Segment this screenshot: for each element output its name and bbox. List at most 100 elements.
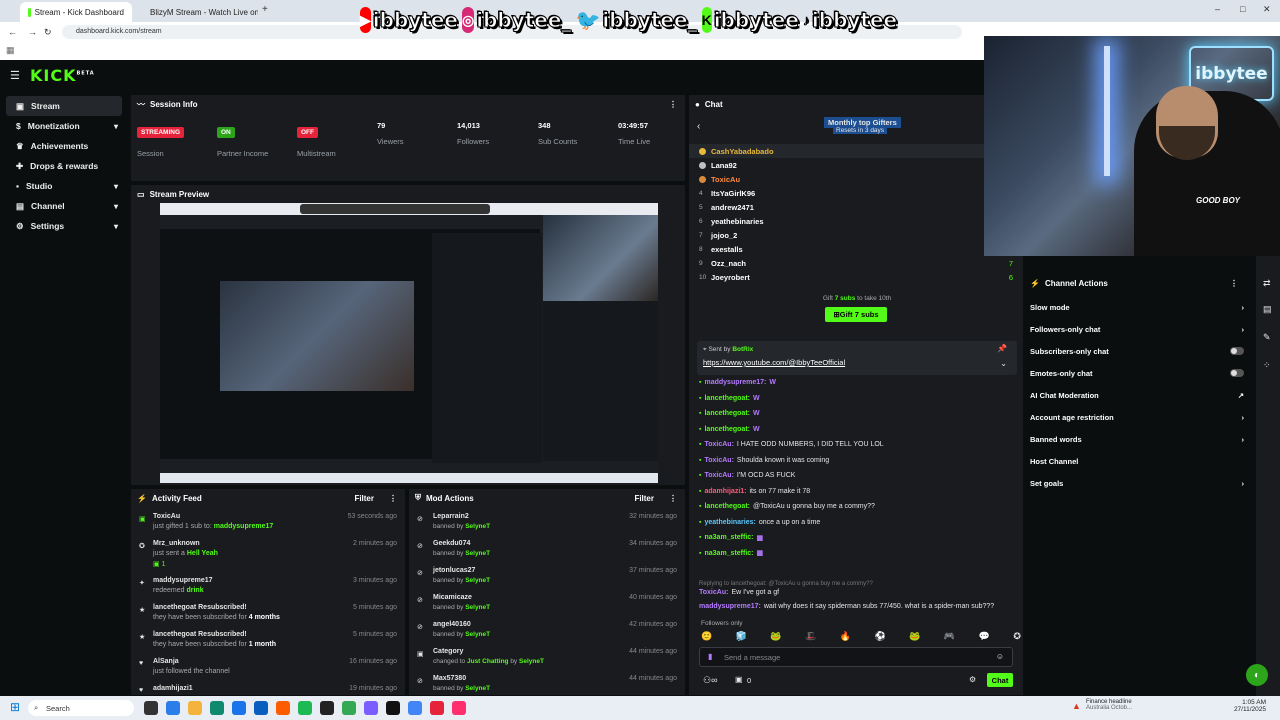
explorer-icon[interactable] [188,701,202,715]
external-link-icon: ↗ [1237,390,1244,400]
app-icon[interactable] [232,701,246,715]
pin-icon[interactable]: 📌 [997,344,1007,353]
gifter-row[interactable]: Lana92 [689,158,1023,172]
gifter-row[interactable]: 7 jojoo_2 [689,228,1023,242]
panel-icon[interactable]: ▤ [1263,304,1272,315]
badge-icon: ▪ [699,456,702,464]
chat-username: lancethegoat: [704,503,750,511]
channel-action-item[interactable]: Set goals › [1024,472,1256,494]
browser-tab[interactable]: BlizyM Stream - Watch Live on... [138,2,258,22]
chain-icon[interactable]: ⇄ [1263,278,1271,289]
toggle-switch[interactable] [1230,347,1244,355]
windows-start-icon[interactable]: ⊞ [10,700,20,714]
maximize-icon[interactable]: □ [1240,4,1245,14]
gifter-name: Joeyrobert [711,272,750,282]
mod-time: 42 minutes ago [629,621,677,628]
chat-input[interactable]: ▮ Send a message ☺ [699,647,1013,667]
support-chat-icon[interactable]: ◐ [1246,664,1268,686]
chrome-icon[interactable] [342,701,356,715]
mic-icon[interactable]: ▮ [708,652,712,661]
sidebar-item-drops[interactable]: ✚ Drops & rewards [6,156,122,176]
gift-subs-button[interactable]: ⊞ Gift 7 subs [825,307,887,322]
discord-icon[interactable] [364,701,378,715]
kicks-balance-icon[interactable]: ⚇∞ [703,675,717,686]
filter-button[interactable]: Filter [354,494,374,503]
filter-button[interactable]: Filter [634,494,654,503]
brave-icon[interactable] [276,701,290,715]
menu-icon[interactable]: ☰ [10,69,20,82]
more-icon[interactable]: ⋮ [669,494,677,503]
forward-icon[interactable]: → [28,27,37,37]
toggle-switch[interactable] [1230,369,1244,377]
gifter-row[interactable]: ToxicAu [689,172,1023,186]
edge-icon[interactable] [210,701,224,715]
kick-logo[interactable]: KICKBETA [30,66,95,85]
channel-action-item[interactable]: Banned words › [1024,428,1256,450]
chat-bubble-icon: ● [695,99,700,109]
sidebar-item-studio[interactable]: ▪ Studio ▾ [6,176,122,196]
taskbar-search[interactable]: ⌕ Search [28,700,134,716]
send-chat-button[interactable]: Chat [987,673,1013,687]
sidebar-item-settings[interactable]: ⚙ Settings ▾ [6,216,122,236]
gear-icon: ⚙ [16,220,24,231]
taskview-icon[interactable] [144,701,158,715]
gear-icon[interactable]: ⚙ [969,675,976,684]
wrench-icon[interactable]: ✎ [1263,332,1271,343]
more-icon[interactable]: ⋮ [389,494,397,503]
more-icon[interactable]: ⋮ [669,100,677,109]
browser-tab-active[interactable]: Stream - Kick Dashboard [20,2,132,22]
bolt-icon: ⚡ [137,493,147,503]
sidebar-item-achievements[interactable]: ♛ Achievements [6,136,122,156]
clock[interactable]: 1:05 AM 27/11/2025 [1210,699,1266,713]
time-live: 03:49:57 [618,121,649,130]
channel-action-item[interactable]: Host Channel [1024,450,1256,472]
chat-message: ▪ maddysupreme17: W [689,375,1023,391]
channel-action-item[interactable]: AI Chat Moderation ↗ [1024,384,1256,406]
app-icon[interactable] [408,701,422,715]
emote-bar[interactable]: 🙂 🧊 🐸 🎩 🔥 ⚽ 🐸 🎮 💬 ✪ [701,631,1021,643]
star-icon: ★ [139,607,146,614]
copilot-icon[interactable] [166,701,180,715]
tiktok-app-icon[interactable] [452,701,466,715]
obs-icon[interactable] [386,701,400,715]
sidebar-item-channel[interactable]: ▤ Channel ▾ [6,196,122,216]
gifter-row[interactable]: CashYabadabado [689,144,1023,158]
new-tab-button[interactable]: + [262,4,268,15]
channel-action-item[interactable]: Account age restriction › [1024,406,1256,428]
sidebar-item-stream[interactable]: ▣ Stream [6,96,122,116]
pinned-message: ⌖ Sent by BotRix https://www.youtube.com… [697,341,1017,375]
channel-action-item[interactable]: Emotes-only chat [1024,362,1256,384]
panel-header: ● Chat [689,95,1023,113]
gifter-row[interactable]: 8 exestalls [689,242,1023,256]
gifter-row[interactable]: 5 andrew2471 [689,200,1023,214]
channel-action-item[interactable]: Slow mode › [1024,296,1256,318]
gifter-row[interactable]: 9 Ozz_nach 7 [689,256,1023,270]
chevron-down-icon[interactable]: ⌄ [1000,359,1007,368]
minimize-icon[interactable]: – [1215,4,1220,14]
sidebar-item-monetization[interactable]: $ Monetization ▾ [6,116,122,136]
steam-icon[interactable] [320,701,334,715]
gift-icon: ✚ [16,160,24,171]
channel-action-item[interactable]: Subscribers-only chat [1024,340,1256,362]
spotify-icon[interactable] [298,701,312,715]
gifter-name: ToxicAu [711,174,741,184]
news-widget[interactable]: Finance headline Australia Octob... [1086,699,1132,711]
channel-action-item[interactable]: Followers-only chat › [1024,318,1256,340]
outlook-icon[interactable] [254,701,268,715]
pinned-link[interactable]: https://www.youtube.com/@IbbyTeeOfficial [703,358,845,367]
emoji-icon[interactable]: ☺ [996,652,1004,661]
close-window-icon[interactable]: ✕ [1263,4,1271,15]
apps-grid-icon[interactable]: ▦ [6,45,15,56]
mod-time: 32 minutes ago [629,513,677,520]
more-icon[interactable]: ⋮ [1230,279,1238,288]
gifter-row[interactable]: 4 ItsYaGirlK96 [689,186,1023,200]
reload-icon[interactable]: ↻ [44,27,52,38]
gifter-row[interactable]: 10 Joeyrobert 6 [689,270,1023,284]
gifter-row[interactable]: 6 yeathebinaries [689,214,1023,228]
apps-icon[interactable]: ⁘ [1263,360,1271,371]
tab-label: Stream - Kick Dashboard [34,7,124,17]
back-icon[interactable]: ← [8,27,17,37]
stream-preview-video[interactable] [160,203,658,483]
back-icon[interactable]: ‹ [697,121,700,132]
app-icon[interactable] [430,701,444,715]
